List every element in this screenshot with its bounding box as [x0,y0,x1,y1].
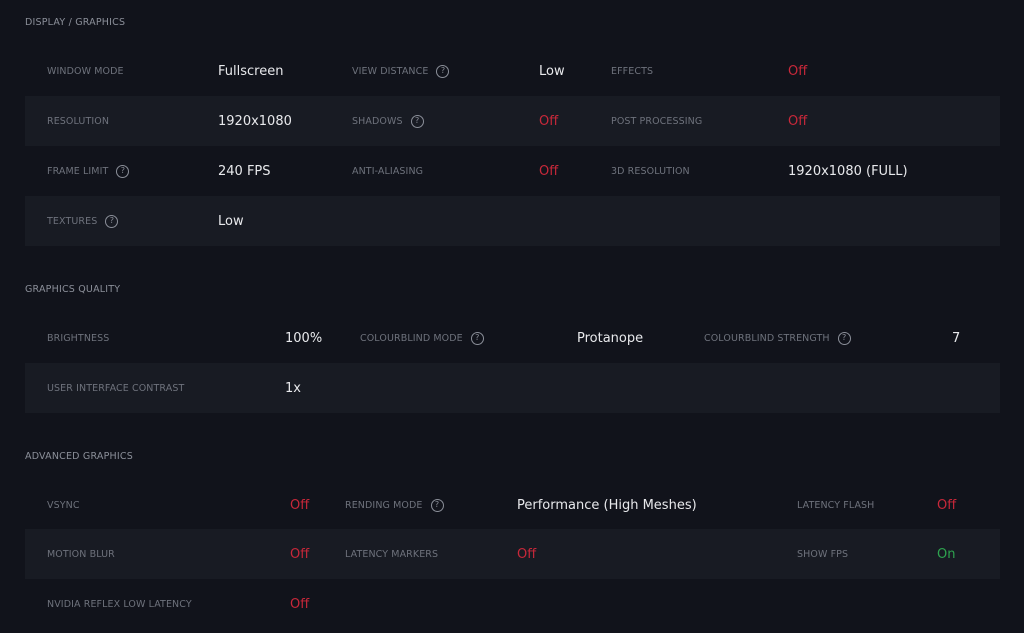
colourblind-strength-label: COLOURBLIND STRENGTH [704,332,830,344]
effects-value[interactable]: Off [788,64,807,79]
frame-limit-value[interactable]: 240 FPS [218,164,271,179]
view-distance-value[interactable]: Low [539,64,565,79]
colourblind-mode-label: COLOURBLIND MODE [360,332,463,344]
anti-aliasing-label: ANTI-ALIASING [352,165,424,177]
textures-label: TEXTURES [47,215,98,227]
colourblind-mode-value[interactable]: Protanope [577,331,643,346]
vsync-label: VSYNC [47,499,80,511]
help-icon[interactable]: ? [430,498,444,512]
ui-contrast-value[interactable]: 1x [285,381,301,396]
rending-mode-label: RENDING MODE [345,499,423,511]
help-icon[interactable]: ? [470,331,484,345]
effects-label: EFFECTS [611,65,654,77]
section-title-advanced: ADVANCED GRAPHICS [25,451,133,462]
nvidia-reflex-label: NVIDIA REFLEX LOW LATENCY [47,598,192,610]
post-processing-label: POST PROCESSING [611,115,703,127]
brightness-value[interactable]: 100% [285,331,322,346]
3d-resolution-label: 3D RESOLUTION [611,165,690,177]
settings-row: NVIDIA REFLEX LOW LATENCY Off [25,579,1000,629]
show-fps-label: SHOW FPS [797,548,849,560]
settings-row: RESOLUTION 1920x1080 SHADOWS? Off POST P… [25,96,1000,146]
settings-row: MOTION BLUR Off LATENCY MARKERS Off SHOW… [25,529,1000,579]
view-distance-label: VIEW DISTANCE [352,65,429,77]
anti-aliasing-value[interactable]: Off [539,164,558,179]
shadows-value[interactable]: Off [539,114,558,129]
frame-limit-label: FRAME LIMIT [47,165,109,177]
vsync-value[interactable]: Off [290,498,309,513]
window-mode-label: WINDOW MODE [47,65,124,77]
latency-markers-label: LATENCY MARKERS [345,548,439,560]
latency-flash-value[interactable]: Off [937,498,956,513]
resolution-value[interactable]: 1920x1080 [218,114,292,129]
help-icon[interactable]: ? [116,164,130,178]
help-icon[interactable]: ? [105,214,119,228]
settings-row: VSYNC Off RENDING MODE? Performance (Hig… [25,480,1000,530]
colourblind-strength-value[interactable]: 7 [952,331,960,346]
textures-value[interactable]: Low [218,214,244,229]
nvidia-reflex-value[interactable]: Off [290,597,309,612]
post-processing-value[interactable]: Off [788,114,807,129]
help-icon[interactable]: ? [436,64,450,78]
shadows-label: SHADOWS [352,115,403,127]
resolution-label: RESOLUTION [47,115,110,127]
settings-row: USER INTERFACE CONTRAST 1x [25,363,1000,413]
motion-blur-value[interactable]: Off [290,547,309,562]
section-title-display: DISPLAY / GRAPHICS [25,17,126,28]
motion-blur-label: MOTION BLUR [47,548,115,560]
ui-contrast-label: USER INTERFACE CONTRAST [47,382,185,394]
show-fps-value[interactable]: On [937,547,955,562]
brightness-label: BRIGHTNESS [47,332,110,344]
settings-row: WINDOW MODE Fullscreen VIEW DISTANCE? Lo… [25,46,1000,96]
settings-row: BRIGHTNESS 100% COLOURBLIND MODE? Protan… [25,313,1000,363]
latency-markers-value[interactable]: Off [517,547,536,562]
settings-row: FRAME LIMIT? 240 FPS ANTI-ALIASING Off 3… [25,146,1000,196]
help-icon[interactable]: ? [410,114,424,128]
settings-row: TEXTURES? Low [25,196,1000,246]
latency-flash-label: LATENCY FLASH [797,499,875,511]
3d-resolution-value[interactable]: 1920x1080 (FULL) [788,164,908,179]
rending-mode-value[interactable]: Performance (High Meshes) [517,498,697,513]
section-title-quality: GRAPHICS QUALITY [25,284,121,295]
help-icon[interactable]: ? [837,331,851,345]
window-mode-value[interactable]: Fullscreen [218,64,283,79]
